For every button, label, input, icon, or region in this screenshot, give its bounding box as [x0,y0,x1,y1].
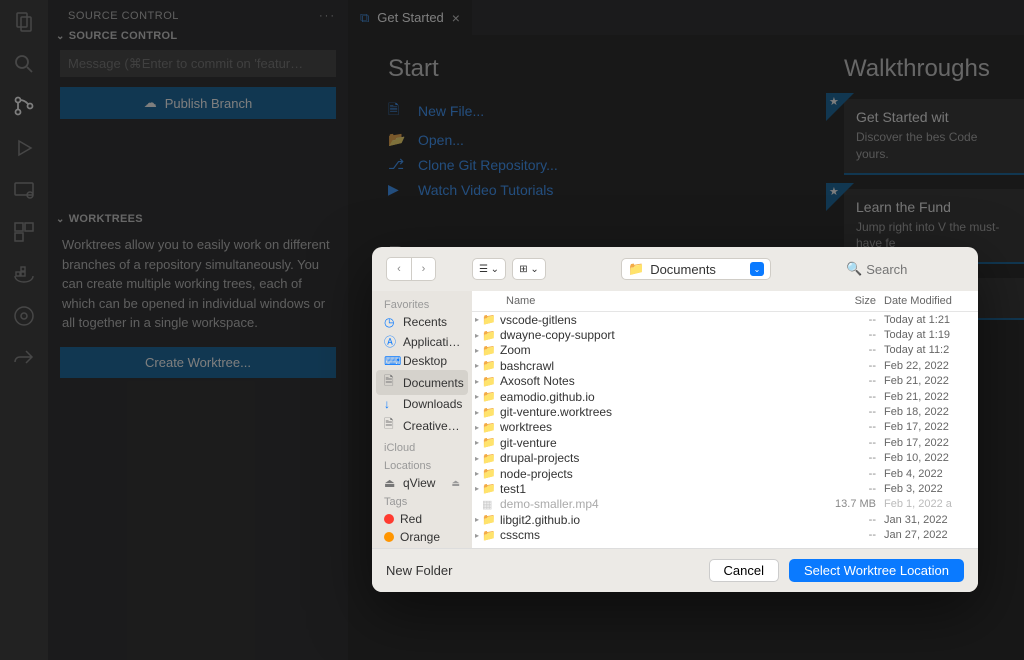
file-row[interactable]: ▸📁git-venture.worktrees--Feb 18, 2022 [472,404,978,419]
file-row[interactable]: ▸📁worktrees--Feb 17, 2022 [472,420,978,435]
dialog-footer: New Folder Cancel Select Worktree Locati… [372,548,978,592]
disclosure-icon: ▸ [472,392,482,401]
file-list-panel: Name Size Date Modified ▸📁vscode-gitlens… [472,291,978,548]
folder-icon: 📁 [482,406,496,419]
app-icon: Ⓐ [384,333,397,350]
file-row[interactable]: ▸📁drupal-projects--Feb 10, 2022 [472,451,978,466]
folder-icon: 📁 [482,390,496,403]
dialog-toolbar: ‹ › ☰ ⌄ ⊞ ⌄ 📁 Documents ⌄ 🔍 [372,247,978,291]
disclosure-icon: ▸ [472,315,482,324]
file-row[interactable]: ▸📁git-venture--Feb 17, 2022 [472,435,978,450]
disclosure-icon: ▸ [472,438,482,447]
tag-color-dot [384,514,394,524]
file-row[interactable]: ▸📁Zoom--Today at 11:2 [472,343,978,358]
file-row[interactable]: ▸📁csscms--Jan 27, 2022 [472,527,978,542]
folder-icon: 📁 [482,421,496,434]
column-headers: Name Size Date Modified [472,291,978,312]
sidebar-item-documents[interactable]: 🗎Documents [376,370,468,395]
eject-icon[interactable]: ⏏ [451,478,460,489]
disclosure-icon: ▸ [472,531,482,540]
file-icon: 🗎 [384,415,397,436]
folder-icon: 📁 [482,436,496,449]
disclosure-icon: ▸ [472,515,482,524]
new-folder-button[interactable]: New Folder [386,563,452,578]
icloud-heading: iCloud [372,438,472,456]
locations-heading: Locations [372,456,472,474]
folder-icon: 📁 [482,359,496,372]
file-row[interactable]: ▸📁eamodio.github.io--Feb 21, 2022 [472,389,978,404]
folder-icon: 📁 [482,329,496,342]
file-row[interactable]: ▦demo-smaller.mp413.7 MBFeb 1, 2022 a [472,497,978,512]
sidebar-item-creative[interactable]: 🗎Creative… [372,413,472,438]
download-icon: ↓ [384,397,397,411]
folder-icon: 📁 [482,513,496,526]
file-row[interactable]: ▸📁test1--Feb 3, 2022 [472,481,978,496]
list-view-button[interactable]: ☰ ⌄ [472,258,506,280]
sidebar-item-qview[interactable]: ⏏qView⏏ [372,474,472,492]
nav-buttons: ‹ › [386,257,436,281]
sidebar-item-desktop[interactable]: ⌨Desktop [372,352,472,370]
search-icon: 🔍 [846,261,862,277]
tag-red[interactable]: Red [372,510,472,528]
nav-forward-button[interactable]: › [411,258,435,280]
disclosure-icon: ▸ [472,408,482,417]
disclosure-icon: ▸ [472,361,482,370]
file-row[interactable]: ▸📁node-projects--Feb 4, 2022 [472,466,978,481]
sidebar-item-downloads[interactable]: ↓Downloads [372,395,472,413]
folder-icon: 📁 [482,482,496,495]
clock-icon: ◷ [384,315,397,329]
folder-icon: 📁 [482,529,496,542]
search-input[interactable] [866,262,946,277]
folder-icon: 📁 [628,261,644,277]
disk-icon: ⏏ [384,476,397,490]
column-name[interactable]: Name [472,295,822,307]
folder-icon: 📁 [482,452,496,465]
dialog-sidebar: Favorites ◷RecentsⒶApplicati…⌨Desktop🗎Do… [372,291,472,548]
file-row[interactable]: ▸📁Axosoft Notes--Feb 21, 2022 [472,374,978,389]
sidebar-item-recents[interactable]: ◷Recents [372,313,472,331]
sidebar-item-applicati[interactable]: ⒶApplicati… [372,331,472,352]
desktop-icon: ⌨ [384,354,397,368]
grid-view-button[interactable]: ⊞ ⌄ [512,258,546,280]
disclosure-icon: ▸ [472,469,482,478]
folder-icon: 📁 [482,375,496,388]
favorites-heading: Favorites [372,295,472,313]
folder-icon: 📁 [482,344,496,357]
folder-icon: 📁 [482,467,496,480]
nav-back-button[interactable]: ‹ [387,258,411,280]
chevron-down-icon: ⌄ [750,262,764,276]
disclosure-icon: ▸ [472,454,482,463]
file-row[interactable]: ▸📁bashcrawl--Feb 22, 2022 [472,358,978,373]
search-field[interactable]: 🔍 [846,261,964,277]
tags-heading: Tags [372,492,472,510]
file-icon: ▦ [482,498,496,511]
file-picker-dialog: ‹ › ☰ ⌄ ⊞ ⌄ 📁 Documents ⌄ 🔍 Favorites ◷R… [372,247,978,592]
file-row[interactable]: ▸📁vscode-gitlens--Today at 1:21 [472,312,978,327]
column-size[interactable]: Size [822,295,884,307]
disclosure-icon: ▸ [472,377,482,386]
doc-icon: 🗎 [384,372,397,393]
file-row[interactable]: ▸📁dwayne-copy-support--Today at 1:19 [472,327,978,342]
disclosure-icon: ▸ [472,331,482,340]
column-date[interactable]: Date Modified [884,295,978,307]
tag-color-dot [384,532,394,542]
select-worktree-location-button[interactable]: Select Worktree Location [789,559,964,582]
disclosure-icon: ▸ [472,484,482,493]
file-row[interactable]: ▸📁libgit2.github.io--Jan 31, 2022 [472,512,978,527]
location-dropdown[interactable]: 📁 Documents ⌄ [621,258,771,280]
file-list[interactable]: ▸📁vscode-gitlens--Today at 1:21▸📁dwayne-… [472,312,978,548]
disclosure-icon: ▸ [472,423,482,432]
tag-orange[interactable]: Orange [372,528,472,546]
cancel-button[interactable]: Cancel [709,559,779,582]
folder-icon: 📁 [482,313,496,326]
disclosure-icon: ▸ [472,346,482,355]
